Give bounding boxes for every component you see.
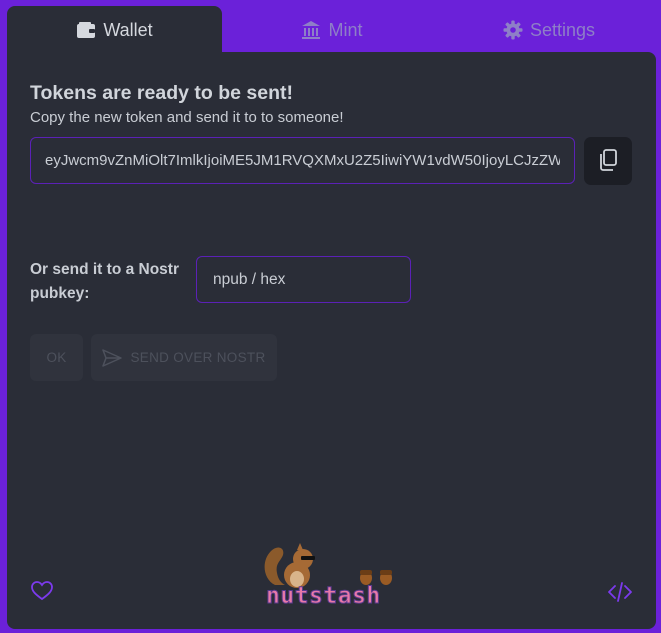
token-field[interactable] [30, 137, 575, 184]
heart-icon[interactable] [31, 581, 53, 606]
tab-wallet[interactable]: Wallet [7, 6, 222, 54]
npub-input[interactable] [196, 256, 411, 303]
nutstash-logo: nutstash [263, 539, 403, 610]
paper-plane-icon [102, 348, 123, 367]
copy-icon [598, 148, 618, 174]
page-title: Tokens are ready to be sent! [30, 82, 293, 104]
gear-icon [503, 20, 523, 40]
ok-button-label: OK [46, 350, 67, 365]
ok-button[interactable]: OK [30, 334, 83, 381]
send-over-nostr-button[interactable]: SEND OVER NOSTR [91, 334, 277, 381]
tab-settings[interactable]: Settings [442, 6, 656, 54]
tab-mint-label: Mint [328, 19, 363, 40]
wallet-panel: Tokens are ready to be sent! Copy the ne… [7, 52, 656, 629]
page-subtitle: Copy the new token and send it to to som… [30, 109, 344, 126]
nostr-pubkey-label: Or send it to a Nostr pubkey: [30, 261, 179, 302]
tab-settings-label: Settings [529, 19, 596, 40]
code-icon[interactable] [608, 582, 632, 607]
tab-bar: Wallet Mint Settings [0, 0, 661, 54]
copy-button[interactable] [584, 137, 632, 185]
tab-wallet-label: Wallet [103, 19, 153, 40]
send-over-nostr-label: SEND OVER NOSTR [130, 350, 266, 365]
tab-mint[interactable]: Mint [222, 6, 442, 54]
wallet-icon [76, 21, 96, 39]
bank-icon [301, 20, 321, 40]
logo-text: nutstash [266, 583, 381, 610]
